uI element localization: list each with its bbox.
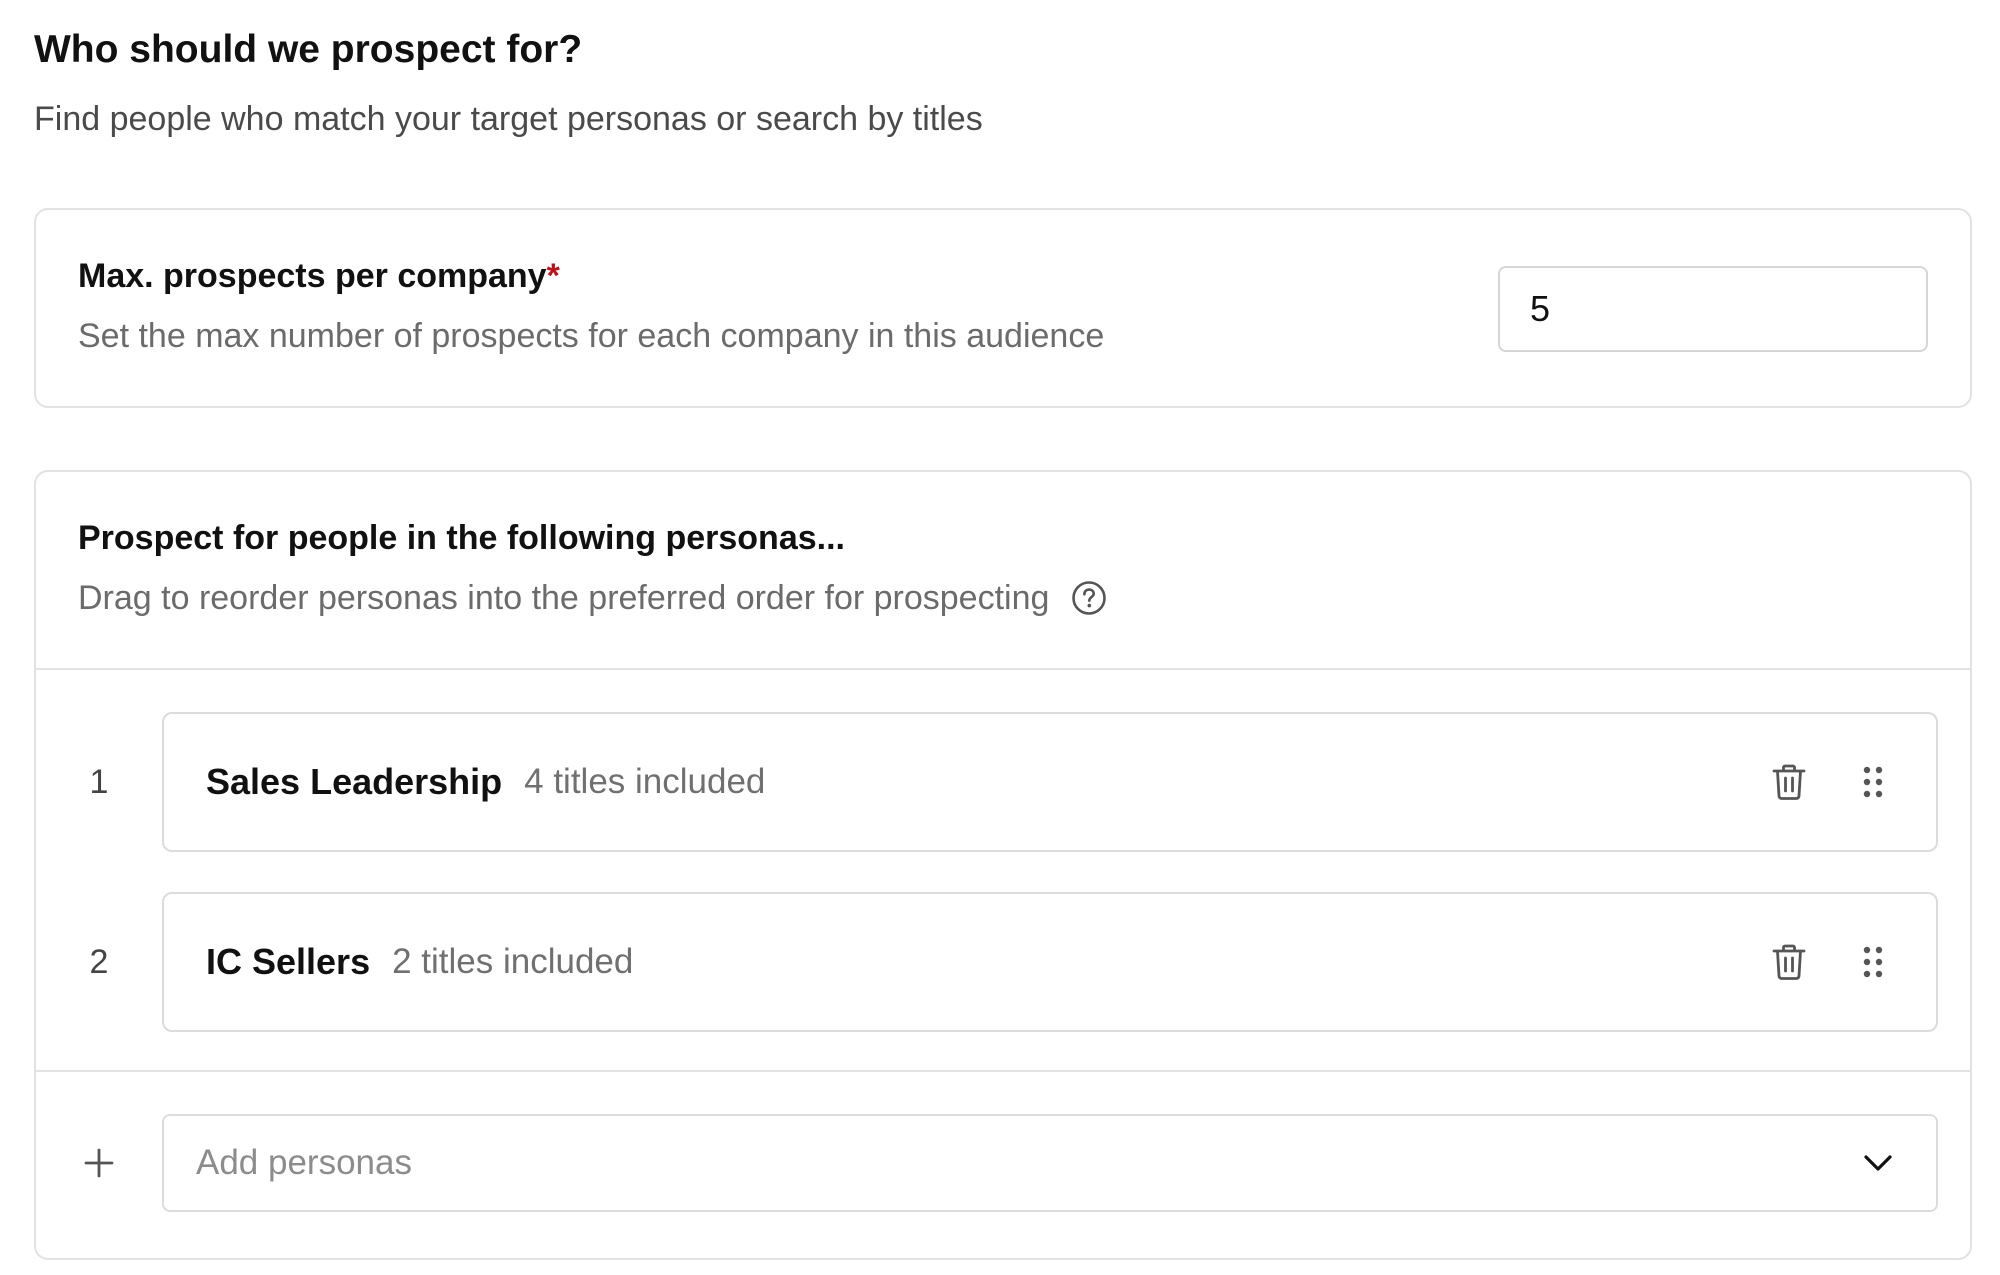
add-personas-dropdown[interactable]: Add personas bbox=[162, 1114, 1938, 1212]
drag-handle-icon[interactable] bbox=[1850, 759, 1896, 805]
required-marker: * bbox=[546, 257, 560, 295]
page-title: Who should we prospect for? bbox=[34, 28, 583, 71]
chevron-down-icon bbox=[1860, 1145, 1896, 1181]
persona-item-ic-sellers[interactable]: IC Sellers 2 titles included bbox=[162, 892, 1938, 1032]
page-subtitle: Find people who match your target person… bbox=[34, 100, 983, 138]
persona-title-count: 2 titles included bbox=[392, 942, 634, 981]
personas-header: Prospect for people in the following per… bbox=[36, 472, 1970, 670]
personas-card: Prospect for people in the following per… bbox=[34, 470, 1972, 1260]
drag-handle-icon[interactable] bbox=[1850, 939, 1896, 985]
add-persona-row: Add personas bbox=[36, 1072, 1970, 1254]
persona-name: Sales Leadership bbox=[206, 761, 503, 802]
persona-actions bbox=[1766, 759, 1896, 805]
add-personas-placeholder: Add personas bbox=[196, 1143, 412, 1182]
persona-row: 1 Sales Leadership 4 titles included bbox=[36, 712, 1970, 852]
trash-icon[interactable] bbox=[1766, 759, 1812, 805]
personas-help: Drag to reorder personas into the prefer… bbox=[78, 579, 1050, 617]
max-prospects-label-text: Max. prospects per company bbox=[78, 257, 547, 295]
persona-index: 2 bbox=[89, 942, 109, 981]
personas-title: Prospect for people in the following per… bbox=[78, 519, 845, 557]
max-prospects-card: Max. prospects per company* Set the max … bbox=[34, 208, 1972, 408]
persona-actions bbox=[1766, 939, 1896, 985]
trash-icon[interactable] bbox=[1766, 939, 1812, 985]
prospect-settings-page: Who should we prospect for? Find people … bbox=[34, 24, 1972, 1260]
persona-list: 1 Sales Leadership 4 titles included 2 I… bbox=[36, 670, 1970, 1072]
plus-icon[interactable] bbox=[36, 1147, 162, 1179]
personas-help-row: Drag to reorder personas into the prefer… bbox=[78, 576, 1928, 620]
max-prospects-input[interactable] bbox=[1498, 266, 1928, 352]
persona-name: IC Sellers bbox=[206, 941, 371, 982]
question-circle-icon[interactable] bbox=[1071, 580, 1107, 616]
persona-title-count: 4 titles included bbox=[524, 762, 766, 801]
persona-row: 2 IC Sellers 2 titles included bbox=[36, 892, 1970, 1032]
persona-item-sales-leadership[interactable]: Sales Leadership 4 titles included bbox=[162, 712, 1938, 852]
persona-index: 1 bbox=[89, 762, 109, 801]
